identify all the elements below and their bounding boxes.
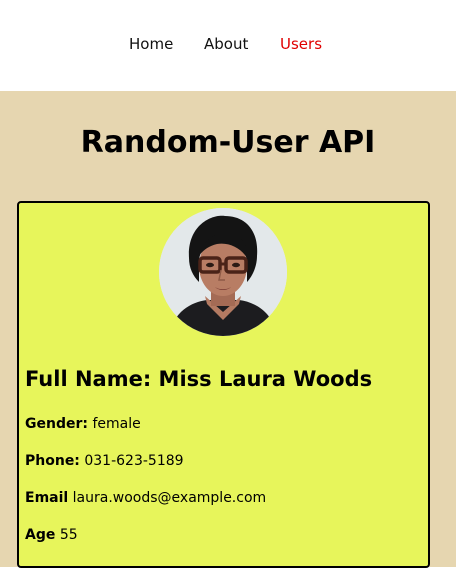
email-label: Email bbox=[25, 490, 69, 506]
email-field: Email laura.woods@example.com bbox=[25, 488, 266, 508]
full-name-value: Miss Laura Woods bbox=[158, 367, 373, 391]
email-value: laura.woods@example.com bbox=[72, 490, 267, 506]
gender-label: Gender: bbox=[25, 416, 88, 432]
nav-home-link[interactable]: Home bbox=[129, 34, 173, 54]
user-portrait-photo-icon bbox=[159, 208, 287, 336]
phone-label: Phone: bbox=[25, 453, 80, 469]
phone-value: 031-623-5189 bbox=[84, 453, 184, 469]
full-name-label: Full Name: bbox=[25, 367, 152, 391]
page-title: Random-User API bbox=[80, 125, 376, 160]
user-full-name: Full Name: Miss Laura Woods bbox=[25, 366, 372, 392]
main-content: Random-User API Full Name: Miss Laura Wo… bbox=[0, 91, 456, 568]
gender-value: female bbox=[92, 416, 141, 432]
phone-field: Phone: 031-623-5189 bbox=[25, 451, 184, 471]
user-avatar bbox=[159, 208, 287, 336]
top-navbar: Home About Users bbox=[0, 0, 456, 91]
age-value: 55 bbox=[59, 527, 78, 543]
age-label: Age bbox=[25, 527, 56, 543]
nav-about-link[interactable]: About bbox=[204, 34, 248, 54]
age-field: Age 55 bbox=[25, 525, 78, 545]
gender-field: Gender: female bbox=[25, 414, 141, 434]
nav-users-link[interactable]: Users bbox=[280, 34, 322, 54]
user-card: Full Name: Miss Laura Woods Gender: fema… bbox=[17, 201, 430, 568]
